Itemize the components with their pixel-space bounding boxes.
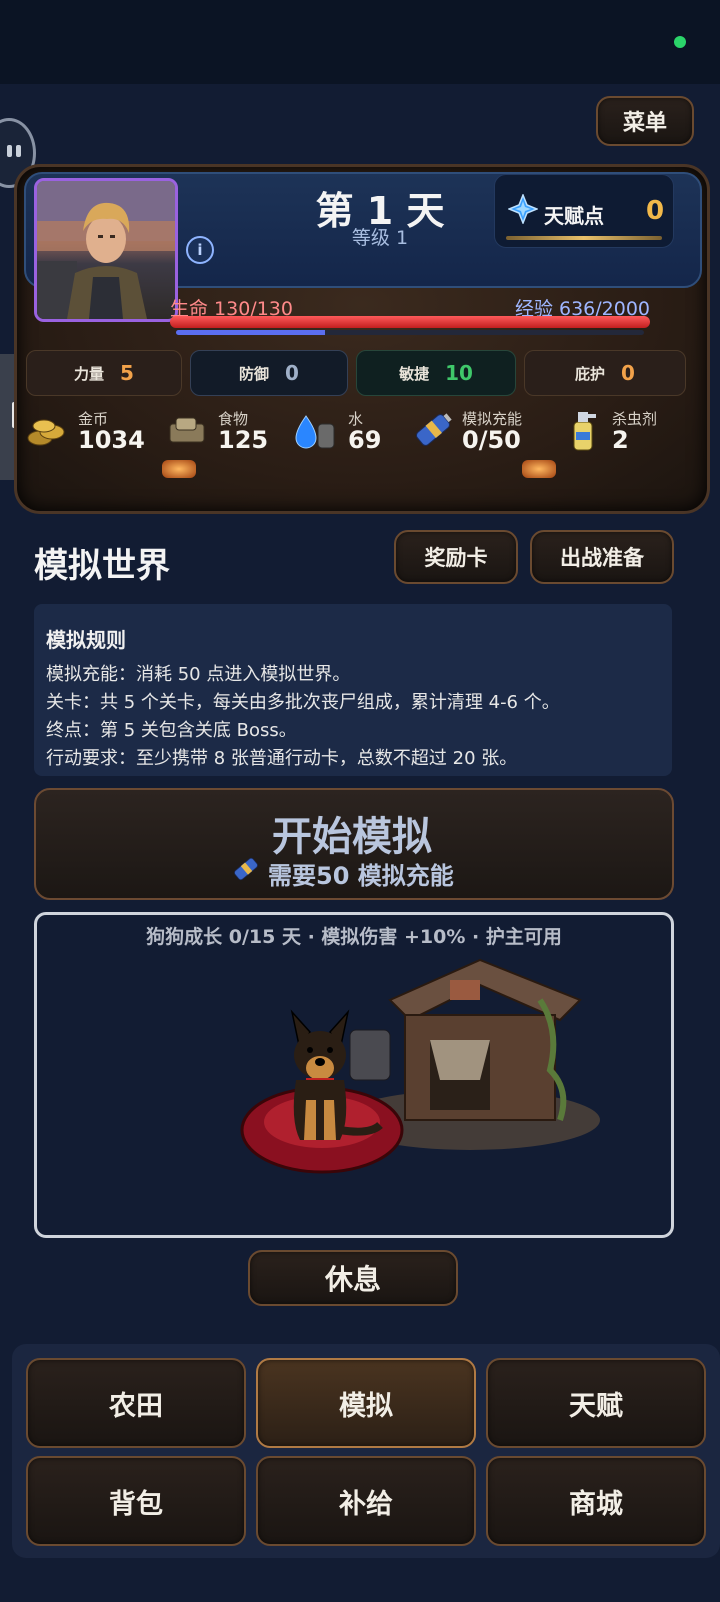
rules-title: 模拟规则	[46, 628, 126, 652]
info-icon[interactable]: i	[186, 236, 214, 264]
stat-label: 防御	[239, 364, 270, 383]
stat-strength: 力量 5	[26, 350, 182, 396]
coins-icon	[26, 414, 70, 452]
rest-button[interactable]: 休息	[248, 1250, 458, 1306]
stat-value: 0	[285, 361, 299, 385]
talent-underline	[506, 236, 662, 240]
player-level: 等级 1	[351, 227, 409, 249]
rule-line: 行动要求：至少携带 8 张普通行动卡，总数不超过 20 张。	[46, 748, 518, 769]
camera-indicator-icon	[674, 36, 686, 48]
food-icon	[166, 414, 210, 452]
resource-value-food: 125	[218, 426, 269, 454]
resource-value-water: 69	[348, 426, 382, 454]
section-title: 模拟世界	[34, 546, 170, 586]
stat-value: 10	[445, 361, 473, 385]
dog-scene-image[interactable]	[240, 940, 610, 1194]
rule-line: 终点：第 5 关包含关底 Boss。	[46, 720, 297, 741]
stat-value: 5	[120, 361, 134, 385]
xp-bar	[176, 330, 644, 335]
rule-line: 模拟充能：消耗 50 点进入模拟世界。	[46, 664, 351, 685]
nav-farm-button[interactable]: 农田	[26, 1358, 246, 1448]
crystal-icon	[506, 192, 540, 228]
reward-card-button[interactable]: 奖励卡	[394, 530, 518, 584]
talent-points-label: 天赋点	[544, 204, 604, 228]
spray-icon	[566, 406, 600, 458]
battle-prep-button[interactable]: 出战准备	[530, 530, 674, 584]
nav-backpack-button[interactable]: 背包	[26, 1456, 246, 1546]
character-portrait[interactable]	[34, 178, 178, 322]
start-simulation-label: 开始模拟	[272, 814, 432, 860]
stat-agility: 敏捷 10	[356, 350, 516, 396]
menu-button[interactable]: 菜单	[596, 96, 694, 146]
stat-label: 庇护	[575, 364, 606, 383]
stat-shelter: 庇护 0	[524, 350, 686, 396]
hp-bar	[170, 316, 650, 328]
nav-supply-button[interactable]: 补给	[256, 1456, 476, 1546]
battery-icon	[410, 410, 456, 454]
nav-talent-button[interactable]: 天赋	[486, 1358, 706, 1448]
resource-value-charge: 0/50	[462, 426, 521, 454]
nav-shop-button[interactable]: 商城	[486, 1456, 706, 1546]
start-simulation-cost: 需要50 模拟充能	[268, 862, 454, 890]
rule-line: 关卡：共 5 个关卡，每关由多批次丧尸组成，累计清理 4-6 个。	[46, 692, 560, 713]
water-icon	[292, 412, 338, 456]
lamp-decoration	[522, 460, 556, 478]
stat-label: 敏捷	[399, 364, 430, 383]
resource-value-spray: 2	[612, 426, 629, 454]
talent-points-value: 0	[646, 196, 665, 226]
battery-icon	[230, 854, 262, 888]
lamp-decoration	[162, 460, 196, 478]
stat-defense: 防御 0	[190, 350, 348, 396]
stat-label: 力量	[74, 364, 105, 383]
nav-simulate-button[interactable]: 模拟	[256, 1358, 476, 1448]
stat-value: 0	[621, 361, 635, 385]
resource-value-coins: 1034	[78, 426, 145, 454]
status-bar	[0, 0, 720, 84]
